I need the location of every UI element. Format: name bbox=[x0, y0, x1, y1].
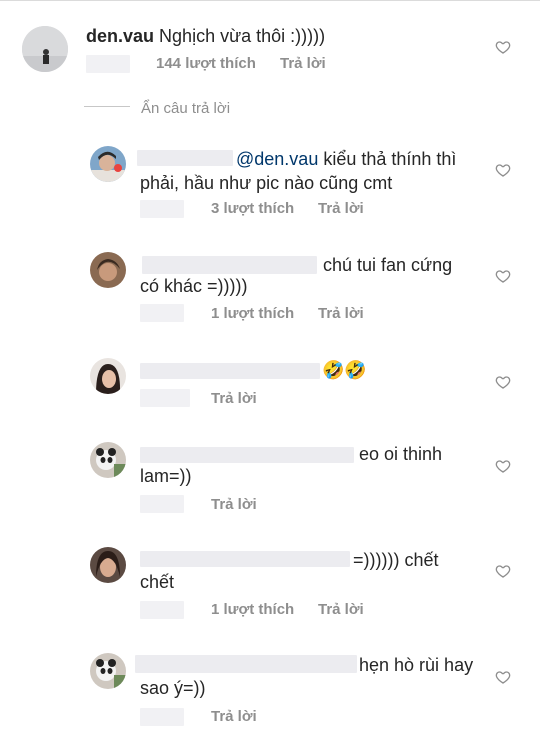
likes-count[interactable]: 1 lượt thích bbox=[211, 305, 294, 323]
hide-replies-line bbox=[84, 106, 130, 107]
timestamp-redacted bbox=[140, 708, 184, 726]
heart-outline-icon[interactable] bbox=[495, 374, 511, 390]
likes-count[interactable]: 1 lượt thích bbox=[211, 601, 294, 619]
timestamp-redacted bbox=[140, 304, 184, 322]
reply-button[interactable]: Trả lời bbox=[318, 601, 364, 619]
reply-comment: hẹn hò rùi hay sao ý=)) Trả lời bbox=[0, 647, 540, 737]
top-comment: den.vau Nghịch vừa thôi :))))) 144 lượt … bbox=[0, 0, 540, 90]
comment-text: @den.vau kiểu thả thính thì bbox=[236, 147, 456, 171]
redacted-username bbox=[135, 655, 357, 673]
comment-body: chú tui fan cứng bbox=[323, 255, 453, 275]
avatar[interactable] bbox=[90, 653, 126, 689]
avatar[interactable] bbox=[22, 26, 68, 72]
redacted-username bbox=[140, 363, 320, 379]
emoji-reaction: 🤣🤣 bbox=[322, 360, 367, 381]
avatar[interactable] bbox=[90, 146, 126, 182]
comment-text: den.vau Nghịch vừa thôi :))))) bbox=[86, 24, 325, 48]
comment-body-line2: chết bbox=[140, 572, 175, 592]
mention-link[interactable]: @den.vau bbox=[236, 149, 318, 169]
redacted-username bbox=[140, 551, 350, 567]
redacted-username bbox=[142, 256, 317, 274]
avatar[interactable] bbox=[90, 358, 126, 394]
timestamp-redacted bbox=[86, 55, 130, 73]
comment-body: hẹn hò rùi hay bbox=[359, 655, 474, 675]
comment-body-line2: sao ý=)) bbox=[140, 678, 206, 698]
avatar[interactable] bbox=[90, 442, 126, 478]
heart-outline-icon[interactable] bbox=[495, 39, 511, 55]
heart-outline-icon[interactable] bbox=[495, 458, 511, 474]
timestamp-redacted bbox=[140, 495, 184, 513]
likes-count[interactable]: 144 lượt thích bbox=[156, 55, 256, 73]
reply-comment: @den.vau kiểu thả thính thì phải, hầu nh… bbox=[0, 140, 540, 230]
redacted-username bbox=[137, 150, 233, 166]
heart-outline-icon[interactable] bbox=[495, 669, 511, 685]
avatar[interactable] bbox=[90, 252, 126, 288]
reply-button[interactable]: Trả lời bbox=[211, 708, 257, 726]
timestamp-redacted bbox=[140, 389, 190, 407]
reply-button[interactable]: Trả lời bbox=[211, 390, 257, 408]
comment-body: Nghịch vừa thôi :))))) bbox=[159, 26, 326, 46]
heart-outline-icon[interactable] bbox=[495, 563, 511, 579]
comment-body-line2: có khác =))))) bbox=[140, 276, 248, 296]
reply-comment: 🤣🤣 Trả lời bbox=[0, 352, 540, 422]
reply-comment: =)))))) chết chết 1 lượt thích Trả lời bbox=[0, 541, 540, 631]
reply-button[interactable]: Trả lời bbox=[318, 200, 364, 218]
comment-body: kiểu thả thính thì bbox=[318, 149, 457, 169]
reply-comment: eo oi thinh lam=)) Trả lời bbox=[0, 436, 540, 526]
comment-body-line2: phải, hầu như pic nào cũng cmt bbox=[140, 173, 393, 193]
hide-replies-button[interactable]: Ẩn câu trả lời bbox=[141, 100, 230, 117]
comment-body-line2: lam=)) bbox=[140, 466, 192, 486]
heart-outline-icon[interactable] bbox=[495, 268, 511, 284]
redacted-username bbox=[140, 447, 354, 463]
username-link[interactable]: den.vau bbox=[86, 26, 154, 46]
reply-button[interactable]: Trả lời bbox=[211, 496, 257, 514]
timestamp-redacted bbox=[140, 601, 184, 619]
heart-outline-icon[interactable] bbox=[495, 162, 511, 178]
comment-body: eo oi thinh bbox=[359, 444, 443, 464]
reply-button[interactable]: Trả lời bbox=[318, 305, 364, 323]
likes-count[interactable]: 3 lượt thích bbox=[211, 200, 294, 218]
comment-body: =)))))) chết bbox=[353, 550, 439, 570]
reply-comment: chú tui fan cứng có khác =))))) 1 lượt t… bbox=[0, 246, 540, 336]
reply-button[interactable]: Trả lời bbox=[280, 55, 326, 73]
avatar[interactable] bbox=[90, 547, 126, 583]
timestamp-redacted bbox=[140, 200, 184, 218]
